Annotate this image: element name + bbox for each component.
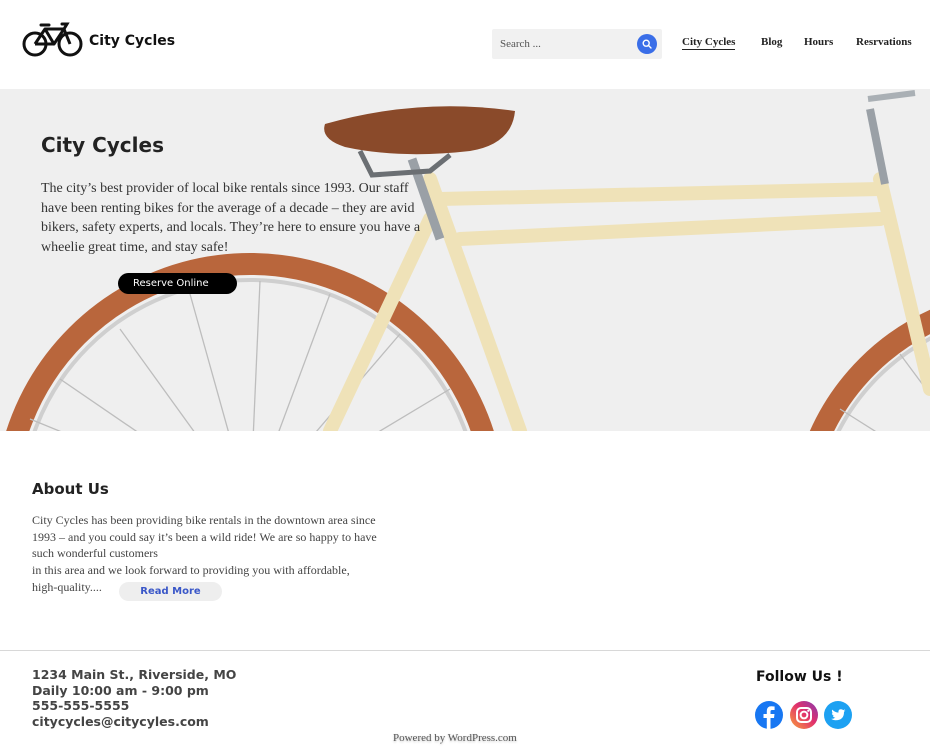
nav-blog[interactable]: Blog	[761, 36, 782, 48]
powered-by-link[interactable]: Powered by WordPress.com	[393, 732, 517, 744]
hours: Daily 10:00 am - 9:00 pm	[32, 682, 209, 698]
about-line: 1993 – and you could say it’s been a wil…	[32, 529, 377, 544]
site-title[interactable]: City Cycles	[89, 33, 175, 49]
hero-text: The city’s best provider of local bike r…	[41, 181, 421, 255]
hero-banner: City Cycles The city’s best provider of …	[0, 89, 930, 431]
facebook-icon[interactable]	[755, 701, 783, 729]
footer-divider	[0, 650, 930, 651]
nav-city-cycles[interactable]: City Cycles	[682, 36, 736, 50]
hero-title: City Cycles	[41, 133, 164, 157]
address: 1234 Main St., Riverside, MO	[32, 667, 237, 682]
search-input[interactable]	[492, 29, 632, 59]
nav-hours[interactable]: Hours	[804, 36, 833, 48]
search-icon	[642, 39, 652, 49]
search-button[interactable]	[637, 34, 657, 54]
about-text: City Cycles has been providing bike rent…	[32, 512, 428, 596]
nav-reservations[interactable]: Resrvations	[856, 36, 912, 48]
instagram-icon[interactable]	[790, 701, 818, 729]
email[interactable]: citycycles@citycyles.com	[32, 714, 236, 730]
about-title: About Us	[32, 480, 109, 498]
about-line: in this area and we look forward to prov…	[32, 563, 350, 578]
follow-title: Follow Us !	[756, 669, 843, 685]
contact-info: 1234 Main St., Riverside, MO Daily 10:00…	[32, 667, 236, 730]
read-more-button[interactable]: Read More	[119, 582, 222, 601]
about-line: such wonderful customers	[32, 546, 158, 561]
site-header: City Cycles City Cycles Blog Hours Resrv…	[0, 0, 930, 89]
reserve-online-button[interactable]: Reserve Online	[118, 273, 237, 294]
twitter-icon[interactable]	[824, 701, 852, 729]
bicycle-logo-icon[interactable]	[21, 20, 85, 58]
phone[interactable]: 555-555-5555	[32, 698, 236, 714]
about-line: high-quality....	[32, 579, 102, 594]
about-line: City Cycles has been providing bike rent…	[32, 513, 376, 527]
